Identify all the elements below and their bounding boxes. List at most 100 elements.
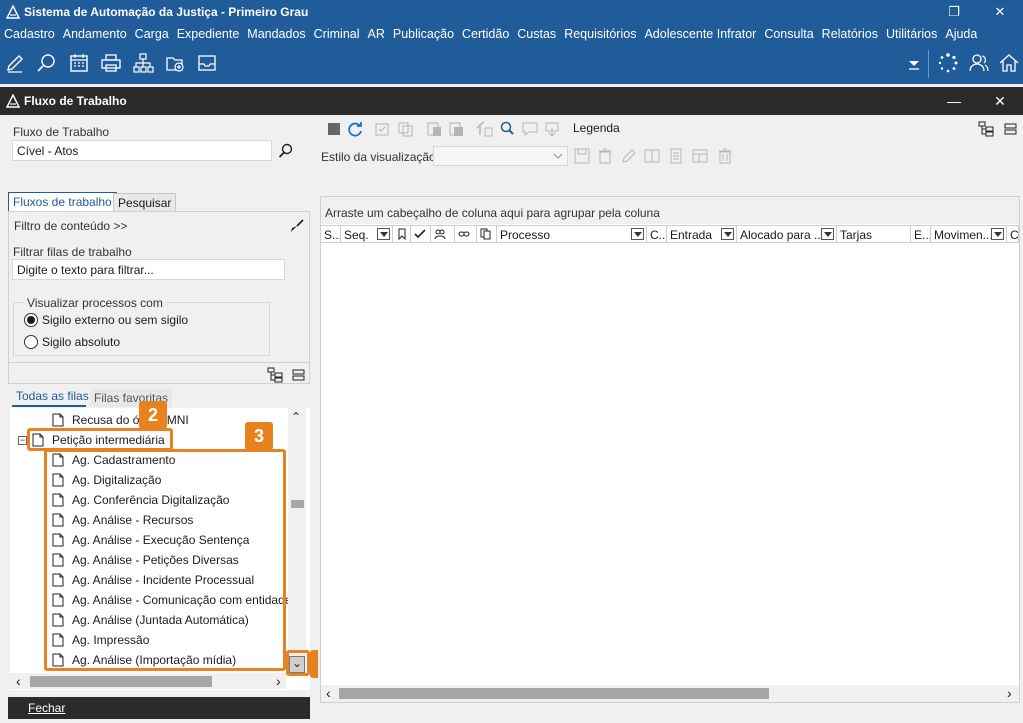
edit-icon[interactable] [4, 52, 26, 74]
column-header-label: S... [324, 228, 341, 242]
close-button-bar[interactable]: Fechar [8, 697, 310, 719]
radio-sigilo-externo[interactable]: Sigilo externo ou sem sigilo [24, 313, 188, 327]
tree-vertical-scrollbar[interactable]: ⌃ [288, 408, 306, 674]
close-button-label[interactable]: Fechar [28, 701, 65, 715]
column-filter-dropdown[interactable] [377, 228, 390, 240]
list-view-icon[interactable] [291, 367, 307, 383]
column-filter-dropdown[interactable] [991, 228, 1004, 240]
paste-special-icon[interactable] [447, 120, 465, 138]
move-icon[interactable] [476, 120, 494, 138]
document-list-icon[interactable] [667, 147, 685, 165]
menu-criminal[interactable]: Criminal [310, 27, 364, 41]
radio-unchecked-icon[interactable] [24, 335, 38, 349]
paste-icon[interactable] [425, 120, 443, 138]
tab-pesquisar[interactable]: Pesquisar [113, 193, 177, 212]
active-tab-underline [12, 405, 86, 407]
menu-certidao[interactable]: Certidão [458, 27, 513, 41]
workflow-field[interactable]: Cível - Atos [12, 140, 272, 161]
menu-carga[interactable]: Carga [131, 27, 173, 41]
scroll-up-icon[interactable]: ⌃ [291, 410, 301, 424]
users-icon[interactable] [968, 52, 990, 74]
column-header[interactable]: C [1007, 226, 1019, 243]
check-document-icon[interactable] [373, 120, 391, 138]
content-filter-toggle[interactable]: Filtro de conteúdo >> [14, 219, 127, 233]
subwindow-close-button[interactable]: ✕ [977, 87, 1023, 115]
close-button[interactable]: ✕ [977, 0, 1023, 24]
view-style-select[interactable] [433, 146, 568, 166]
column-header[interactable]: Tarjas [837, 226, 911, 243]
inbox-icon[interactable] [196, 52, 218, 74]
add-folder-icon[interactable] [164, 52, 186, 74]
menu-publicacao[interactable]: Publicação [389, 27, 458, 41]
tab-todas-as-filas[interactable]: Todas as filas [12, 387, 93, 405]
document-icon [52, 413, 64, 427]
menu-custas[interactable]: Custas [513, 27, 560, 41]
menu-expediente[interactable]: Expediente [173, 27, 244, 41]
download-icon[interactable] [543, 120, 561, 138]
scroll-thumb[interactable] [291, 500, 304, 508]
scroll-right-icon[interactable]: › [276, 673, 281, 689]
collapse-icon[interactable]: − [18, 436, 27, 445]
column-header-label: C... [650, 228, 667, 242]
find-document-icon[interactable] [498, 120, 516, 138]
group-by-area[interactable]: Arraste um cabeçalho de coluna aqui para… [321, 197, 1019, 224]
delete-icon[interactable] [596, 147, 614, 165]
menu-ajuda[interactable]: Ajuda [941, 27, 981, 41]
column-filter-dropdown[interactable] [631, 228, 644, 240]
column-header[interactable]: S... [321, 226, 341, 243]
scroll-left-icon[interactable]: ‹ [326, 685, 331, 701]
list-view-icon[interactable] [1003, 121, 1019, 137]
restore-button[interactable]: ❐ [931, 0, 977, 24]
comment-icon[interactable] [521, 120, 539, 138]
radio-checked-icon[interactable] [24, 313, 38, 327]
scroll-left-icon[interactable]: ‹ [16, 673, 21, 689]
hierarchy-icon[interactable] [132, 52, 154, 74]
column-header[interactable]: Processo [497, 226, 647, 243]
radio-sigilo-absoluto[interactable]: Sigilo absoluto [24, 335, 120, 349]
edit-icon[interactable] [620, 147, 638, 165]
tree-view-icon[interactable] [978, 121, 994, 137]
menu-ar[interactable]: AR [364, 27, 389, 41]
menu-consulta[interactable]: Consulta [760, 27, 817, 41]
tree-horizontal-scrollbar[interactable]: ‹ › [10, 673, 286, 689]
tree-item[interactable]: Recusa do órgão MNI [52, 410, 189, 430]
calendar-icon[interactable] [68, 52, 90, 74]
search-icon[interactable] [278, 143, 294, 159]
menu-requisitorios[interactable]: Requisitórios [560, 27, 640, 41]
layout-icon[interactable] [691, 147, 709, 165]
column-header[interactable]: C... [647, 226, 667, 243]
menu-cadastro[interactable]: Cadastro [0, 27, 59, 41]
dropdown-arrow-icon[interactable] [903, 52, 925, 74]
refresh-icon[interactable] [346, 120, 364, 138]
split-icon[interactable] [643, 147, 661, 165]
divider [9, 362, 309, 363]
printer-icon[interactable] [100, 52, 122, 74]
scroll-thumb[interactable] [339, 688, 769, 699]
home-icon[interactable] [998, 52, 1020, 74]
column-header[interactable]: E... [911, 226, 931, 243]
menu-relatorios[interactable]: Relatórios [818, 27, 882, 41]
title-bar: Sistema de Automação da Justiça - Primei… [0, 0, 1023, 24]
column-header-label: Alocado para ... [740, 228, 825, 242]
legend-label[interactable]: Legenda [573, 121, 620, 135]
trash-icon[interactable] [716, 147, 734, 165]
column-header-label: Seq. [344, 228, 369, 242]
column-filter-dropdown[interactable] [821, 228, 834, 240]
column-filter-dropdown[interactable] [721, 228, 734, 240]
copy-icon[interactable] [396, 120, 414, 138]
scroll-thumb[interactable] [30, 676, 212, 687]
menu-mandados[interactable]: Mandados [243, 27, 309, 41]
minimize-button[interactable]: — [931, 87, 977, 115]
stop-icon[interactable] [325, 120, 343, 138]
queue-filter-input[interactable]: Digite o texto para filtrar... [12, 259, 285, 280]
scroll-right-icon[interactable]: › [1007, 685, 1012, 701]
brush-icon[interactable] [289, 218, 305, 234]
search-process-icon[interactable] [36, 52, 58, 74]
menu-adolescente-infrator[interactable]: Adolescente Infrator [640, 27, 760, 41]
tree-view-icon[interactable] [267, 367, 283, 383]
grid-horizontal-scrollbar[interactable]: ‹ › [321, 685, 1019, 702]
menu-andamento[interactable]: Andamento [59, 27, 131, 41]
save-icon[interactable] [573, 147, 591, 165]
menu-utilitarios[interactable]: Utilitários [882, 27, 941, 41]
tab-fluxos-de-trabalho[interactable]: Fluxos de trabalho [8, 192, 117, 211]
